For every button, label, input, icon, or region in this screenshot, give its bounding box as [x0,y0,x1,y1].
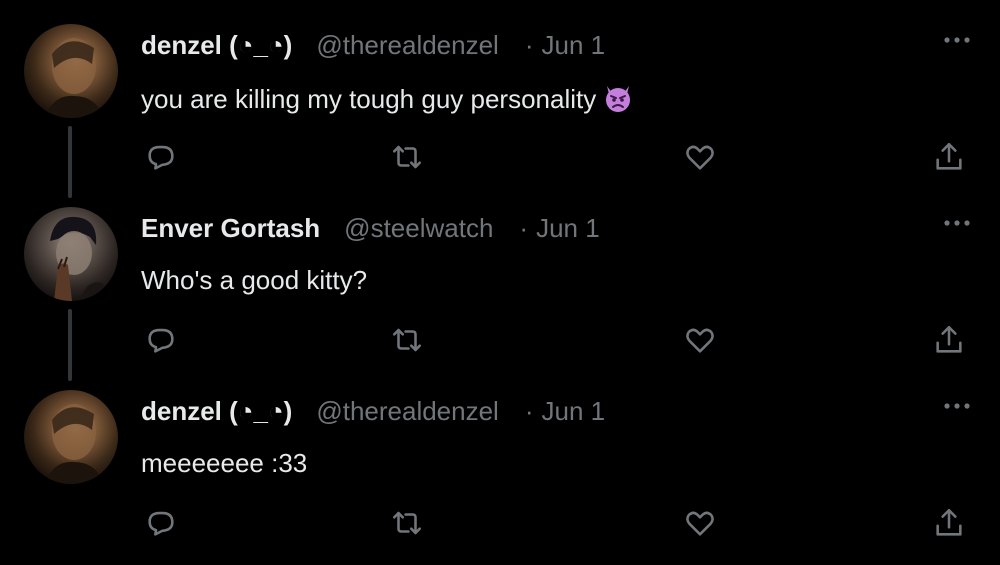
tweet-header: Enver Gortash @steelwatch · Jun 1 [141,213,600,244]
more-options-icon[interactable] [942,213,972,233]
reply-icon[interactable] [144,323,178,357]
tweet-text: meeeeeee :33 [141,448,307,479]
share-icon[interactable] [932,506,966,540]
more-options-icon[interactable] [942,30,972,50]
separator: · [519,213,529,243]
share-icon[interactable] [932,140,966,174]
reply-icon[interactable] [144,140,178,174]
user-handle[interactable]: @therealdenzel [316,30,499,60]
retweet-icon[interactable] [390,323,424,357]
share-icon[interactable] [932,323,966,357]
reply-icon[interactable] [144,506,178,540]
retweet-icon[interactable] [390,140,424,174]
display-name[interactable]: denzel (◔_◔) [141,30,292,60]
avatar[interactable] [24,207,118,301]
tweet[interactable]: Enver Gortash @steelwatch · Jun 1 Who's a g… [0,183,1000,381]
tweet-text-content: meeeeeee :33 [141,448,308,478]
retweet-icon[interactable] [390,506,424,540]
display-name[interactable]: denzel (◔_◔) [141,396,292,426]
display-name[interactable]: Enver Gortash [141,213,320,243]
tweet-date[interactable]: Jun 1 [542,30,606,60]
heart-icon[interactable] [683,140,717,174]
tweet-date[interactable]: Jun 1 [536,213,600,243]
tweet-text: Who's a good kitty? [141,265,367,296]
user-handle[interactable]: @therealdenzel [316,396,499,426]
separator: · [524,396,534,426]
heart-icon[interactable] [683,506,717,540]
tweet-text-content: you are killing my tough guy personality [141,84,597,114]
heart-icon[interactable] [683,323,717,357]
tweet[interactable]: denzel (◔_◔) @therealdenzel · Jun 1 you are… [0,0,1000,198]
separator: · [524,30,534,60]
tweet-text: you are killing my tough guy personality [141,82,634,121]
more-options-icon[interactable] [942,396,972,416]
tweet-header: denzel (◔_◔) @therealdenzel · Jun 1 [141,396,605,427]
tweet-text-content: Who's a good kitty? [141,265,368,295]
tweet[interactable]: denzel (◔_◔) @therealdenzel · Jun 1 meeeeee… [0,366,1000,549]
smiling-face-with-horns-icon [602,82,634,121]
user-handle[interactable]: @steelwatch [344,213,493,243]
tweet-date[interactable]: Jun 1 [542,396,606,426]
avatar[interactable] [24,390,118,484]
avatar[interactable] [24,24,118,118]
tweet-header: denzel (◔_◔) @therealdenzel · Jun 1 [141,30,605,61]
